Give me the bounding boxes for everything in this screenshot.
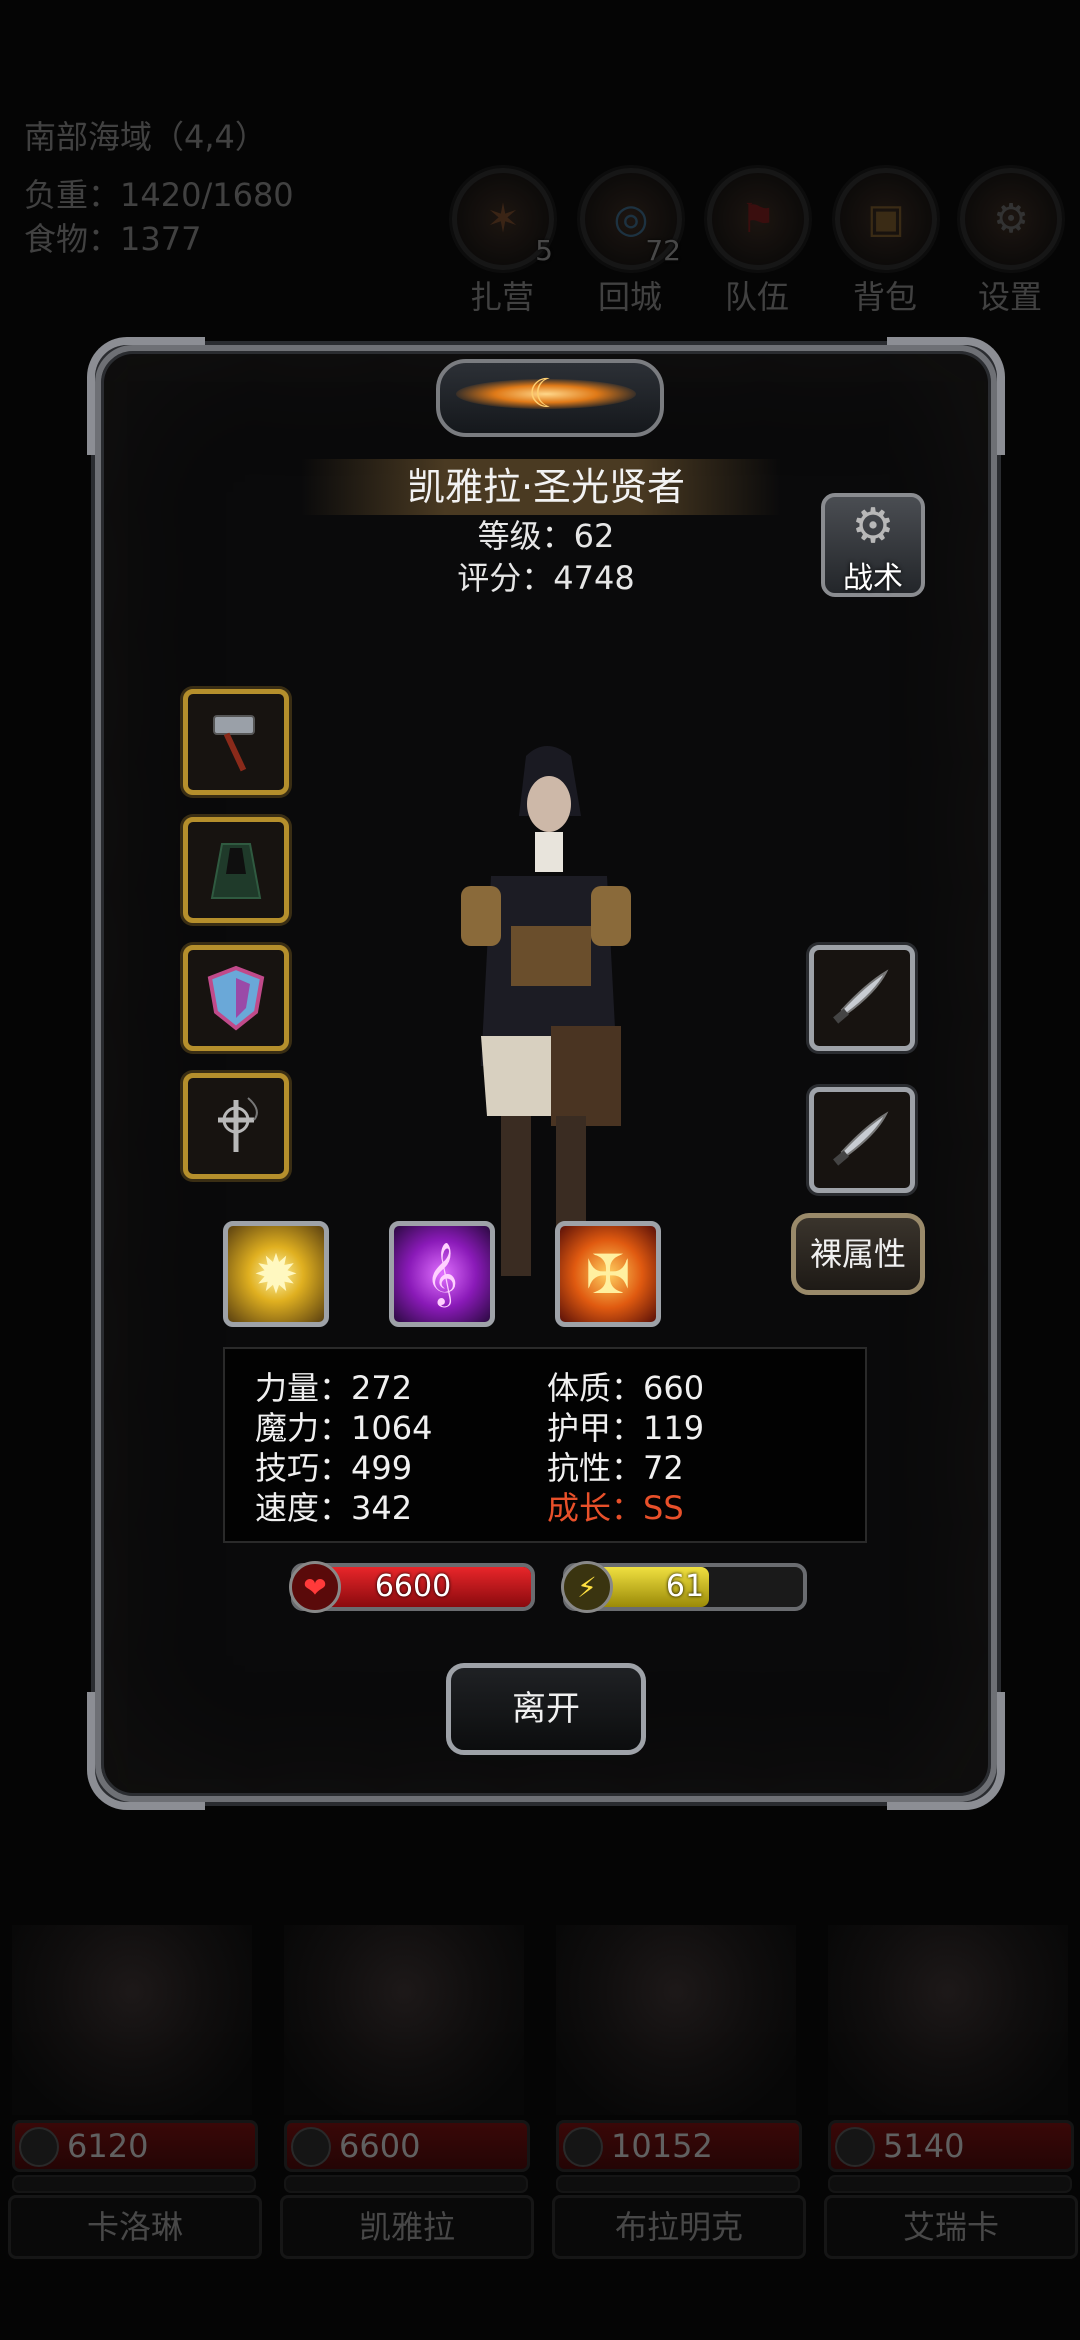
equip-slot-accessory[interactable]: [183, 1073, 289, 1179]
frame-corner: [87, 337, 205, 455]
weight-label: 负重：1420/1680: [24, 176, 294, 214]
return-label: 回城: [597, 278, 662, 316]
backpack-button[interactable]: ▣ 背包: [835, 168, 937, 316]
hp-value: 6600: [339, 2127, 421, 2165]
stats-panel: 力量：272 体质：660 魔力：1064 护甲：119 技巧：499 抗性：7…: [223, 1347, 867, 1543]
roster-card[interactable]: 10152 布拉明克: [546, 1925, 808, 2259]
equip-slot-weapon[interactable]: [183, 689, 289, 795]
skill-slot-2[interactable]: 𝄞: [389, 1221, 495, 1327]
naked-attributes-button[interactable]: 裸属性: [791, 1213, 925, 1295]
blood-icon: [291, 2127, 331, 2167]
camp-label: 扎营: [469, 278, 534, 316]
hp-value: 5140: [883, 2127, 965, 2165]
skill-slot-1[interactable]: ✹: [223, 1221, 329, 1327]
leave-button[interactable]: 离开: [446, 1663, 646, 1755]
skill-slot-3[interactable]: ✠: [555, 1221, 661, 1327]
tactics-button[interactable]: ⚙ 战术: [821, 493, 925, 597]
cloak-icon: [210, 843, 262, 899]
roster-card[interactable]: 6600 凯雅拉: [274, 1925, 536, 2259]
return-city-button[interactable]: ◎ 72 回城: [580, 168, 682, 316]
camp-button[interactable]: ✶ 5 扎营: [452, 168, 554, 316]
frame-corner: [887, 1692, 1005, 1810]
crest-ornament: ☾: [436, 339, 664, 449]
hp-bar: 5140: [828, 2120, 1074, 2172]
frame-corner: [87, 1692, 205, 1810]
camp-count: 5: [535, 234, 553, 267]
equip-slot-offhand-1[interactable]: [809, 945, 915, 1051]
hero-portrait: [12, 1925, 252, 2115]
portal-icon: ◎ 72: [580, 168, 682, 270]
campfire-icon: ✶ 5: [452, 168, 554, 270]
equip-slot-shield[interactable]: [183, 945, 289, 1051]
team-icon: ⚑: [707, 168, 809, 270]
team-button[interactable]: ⚑ 队伍: [707, 168, 809, 316]
character-dialog: ☾ 凯雅拉·圣光贤者 等级：62 评分：4748 ⚙ 战术 ✹ 𝄞 ✠ 裸属性 …: [87, 337, 1005, 1810]
hero-name: 凯雅拉: [280, 2195, 534, 2259]
crescent-moon-icon: ☾: [528, 371, 564, 417]
roster-card[interactable]: 6120 卡洛琳: [2, 1925, 264, 2259]
mp-bar: [12, 2175, 256, 2193]
mp-bar: [284, 2175, 528, 2193]
location-label: 南部海域（4,4）: [24, 118, 267, 156]
hp-value: 6600: [374, 1569, 452, 1604]
energy-bar: ⚡ 61: [561, 1561, 807, 1613]
settings-button[interactable]: ⚙ 设置: [960, 168, 1062, 316]
hp-value: 10152: [611, 2127, 713, 2165]
gear-icon: ⚙: [960, 168, 1062, 270]
team-label: 队伍: [724, 278, 789, 316]
hero-portrait: [828, 1925, 1068, 2115]
tactics-label: 战术: [843, 561, 903, 596]
mp-bar: [556, 2175, 800, 2193]
equip-slot-offhand-2[interactable]: [809, 1087, 915, 1193]
hero-portrait: [431, 736, 661, 1281]
holy-shield-icon: ✠: [585, 1242, 631, 1306]
light-burst-icon: ✹: [253, 1242, 299, 1306]
blood-icon: [19, 2127, 59, 2167]
food-label: 食物：1377: [24, 220, 202, 258]
hero-name: 布拉明克: [552, 2195, 806, 2259]
settings-label: 设置: [977, 278, 1042, 316]
roster-card[interactable]: 5140 艾瑞卡: [818, 1925, 1080, 2259]
equip-slot-armor[interactable]: [183, 817, 289, 923]
hp-value: 6120: [67, 2127, 149, 2165]
dagger-icon: [833, 969, 889, 1024]
gear-icon: ⚙: [851, 498, 895, 554]
hero-name: 艾瑞卡: [824, 2195, 1078, 2259]
purple-rune-icon: 𝄞: [426, 1242, 458, 1305]
hp-bar: 6600: [284, 2120, 530, 2172]
return-count: 72: [645, 234, 681, 267]
hammer-icon: [213, 715, 255, 772]
backpack-label: 背包: [852, 278, 917, 316]
backpack-icon: ▣: [835, 168, 937, 270]
hp-bar: ❤ 6600: [289, 1561, 535, 1613]
hero-name: 卡洛琳: [8, 2195, 262, 2259]
cross-necklace-icon: [218, 1097, 258, 1152]
dagger-icon: [833, 1111, 889, 1166]
hero-portrait: [556, 1925, 796, 2115]
hp-bar: 6120: [12, 2120, 258, 2172]
blood-icon: [835, 2127, 875, 2167]
shield-icon: [207, 965, 265, 1031]
blood-icon: [563, 2127, 603, 2167]
energy-value: 61: [665, 1569, 705, 1604]
hero-portrait: [284, 1925, 524, 2115]
stat-growth: 成长：SS: [547, 1489, 684, 1527]
frame-corner: [887, 337, 1005, 455]
mp-bar: [828, 2175, 1072, 2193]
hp-bar: 10152: [556, 2120, 802, 2172]
stat-speed: 速度：342: [255, 1489, 413, 1527]
